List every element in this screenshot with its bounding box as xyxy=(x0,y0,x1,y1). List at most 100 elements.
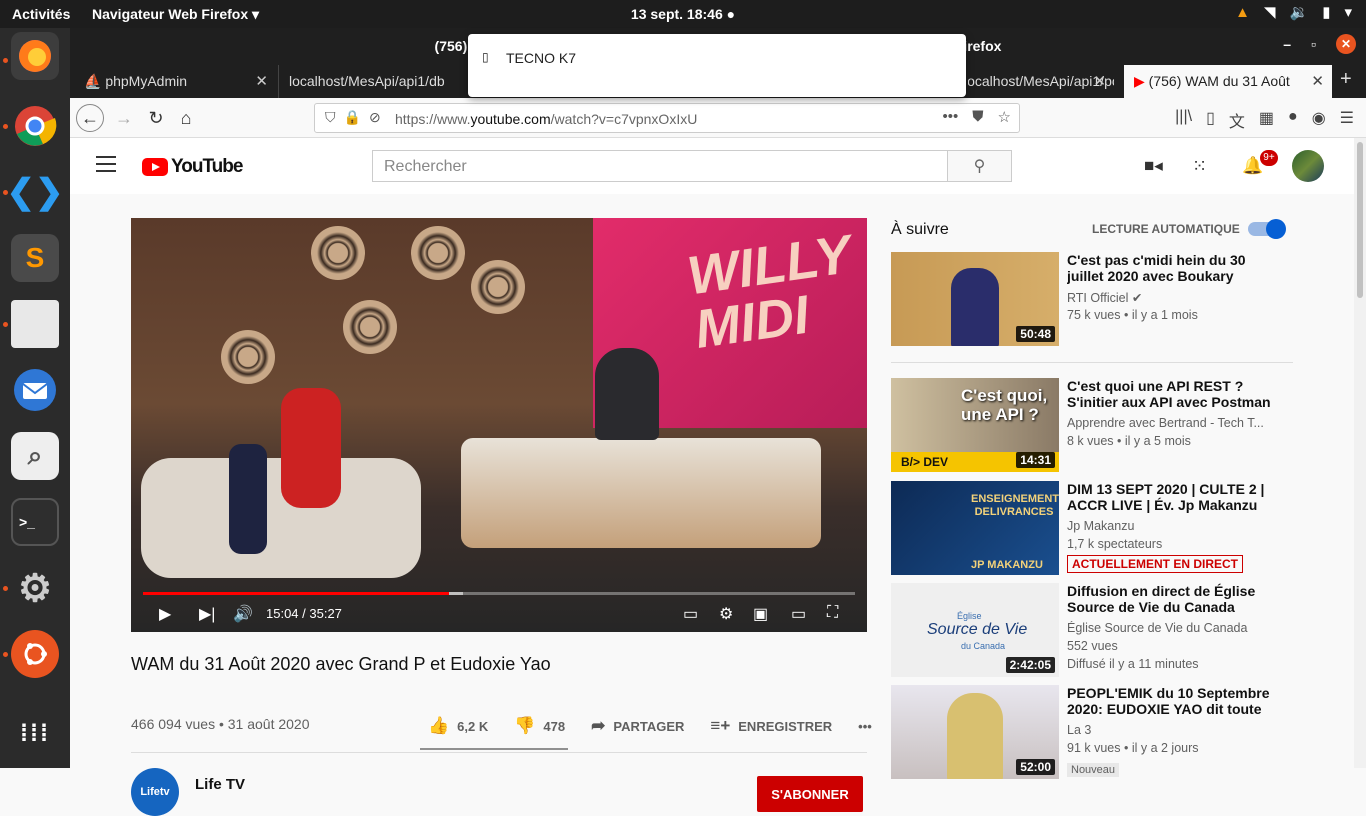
sidebar-icon[interactable]: ▯ xyxy=(1206,108,1215,132)
app-menu[interactable]: Navigateur Web Firefox ▾ xyxy=(92,6,259,23)
guest-figure xyxy=(281,388,341,508)
hamburger-menu-icon[interactable] xyxy=(96,156,116,172)
subscribe-button[interactable]: S'ABONNER xyxy=(757,776,863,812)
create-video-icon[interactable]: ■◂ xyxy=(1144,156,1163,176)
system-tray[interactable]: ▲ ◥ 🔉 ▮ ▾ xyxy=(1235,3,1352,22)
maximize-button[interactable]: ▫ xyxy=(1311,36,1316,52)
vscode-icon[interactable]: ❮❯ xyxy=(7,168,64,216)
progress-bar[interactable] xyxy=(143,592,855,595)
scrollbar-thumb[interactable] xyxy=(1357,142,1363,298)
autoplay-toggle[interactable] xyxy=(1248,219,1286,239)
rec-channel[interactable]: La 3 xyxy=(1067,723,1277,737)
forward-button[interactable]: → xyxy=(110,104,138,132)
rec-title[interactable]: PEOPL'EMIK du 10 Septembre 2020: EUDOXIE… xyxy=(1067,685,1277,719)
minimize-button[interactable]: – xyxy=(1283,36,1291,52)
pocket-icon[interactable]: ⛊ xyxy=(972,108,983,126)
video-thumbnail[interactable]: Église Source de Vie du Canada 2:42:05 xyxy=(891,583,1059,677)
thunderbird-icon[interactable] xyxy=(11,366,59,414)
settings-gear-icon[interactable]: ⚙ xyxy=(719,604,733,624)
more-actions-button[interactable]: ••• xyxy=(858,716,872,736)
bookmark-star-icon[interactable]: ☆ xyxy=(998,108,1011,126)
back-button[interactable]: ← xyxy=(76,104,104,132)
rec-channel[interactable]: Jp Makanzu xyxy=(1067,519,1277,533)
files-icon[interactable] xyxy=(11,300,59,348)
user-avatar[interactable] xyxy=(1292,150,1324,182)
apps-grid-icon[interactable]: ⁙ xyxy=(1192,156,1207,177)
video-thumbnail[interactable]: 52:00 xyxy=(891,685,1059,779)
home-button[interactable]: ⌂ xyxy=(172,104,200,132)
video-player[interactable]: WILLY MIDI ▶ ▶| 🔊 15:04 / 35:27 ▭ ⚙ ▣ ▭ … xyxy=(131,218,867,632)
lock-icon[interactable]: 🔒 xyxy=(344,109,361,126)
decor-disc xyxy=(471,260,525,314)
search-input[interactable]: Rechercher xyxy=(372,150,948,182)
channel-name[interactable]: Life TV xyxy=(195,776,245,793)
menu-icon[interactable]: ☰ xyxy=(1340,108,1354,132)
library-icon[interactable]: |||\ xyxy=(1175,108,1192,132)
close-window-button[interactable]: ✕ xyxy=(1336,34,1356,54)
terminal-icon[interactable]: >_ xyxy=(11,498,59,546)
recommendation-card[interactable]: 50:48 C'est pas c'midi hein du 30 juille… xyxy=(891,252,1291,346)
miniplayer-icon[interactable]: ▣ xyxy=(753,604,768,624)
url-text[interactable]: https://www.youtube.com/watch?v=c7vpnxOx… xyxy=(395,111,697,127)
tab-localhost-po[interactable]: localhost/MesApi/api1/po ✕ xyxy=(968,65,1114,98)
video-thumbnail[interactable]: C'est quoi, une API ? B/> DEV 14:31 xyxy=(891,378,1059,472)
recommendation-card[interactable]: ENSEIGNEMENTS DELIVRANCES JP MAKANZU DIM… xyxy=(891,481,1291,575)
vlc-icon[interactable]: ▲ xyxy=(1235,4,1250,21)
page-scrollbar[interactable] xyxy=(1354,138,1366,768)
save-button[interactable]: ≡+ ENREGISTRER xyxy=(710,716,832,736)
device-popup[interactable]: ▯ TECNO K7 xyxy=(468,34,966,97)
settings-icon[interactable]: ⚙ xyxy=(11,564,59,612)
channel-avatar[interactable]: Lifetv xyxy=(131,768,179,816)
url-bar[interactable]: ⛉ 🔒 ⊘ https://www.youtube.com/watch?v=c7… xyxy=(314,103,1020,133)
volume-icon[interactable]: 🔊 xyxy=(233,604,253,624)
device-label[interactable]: TECNO K7 xyxy=(506,50,576,66)
tab-localhost-db[interactable]: localhost/MesApi/api1/db xyxy=(278,65,468,98)
rec-title[interactable]: C'est quoi une API REST ? S'initier aux … xyxy=(1067,378,1277,412)
new-tab-button[interactable]: + xyxy=(1340,68,1352,91)
rec-channel[interactable]: Église Source de Vie du Canada xyxy=(1067,621,1277,635)
page-actions-icon[interactable]: ••• xyxy=(943,108,959,126)
translate-extension-icon[interactable]: 文 xyxy=(1229,108,1245,132)
recommendation-card[interactable]: Église Source de Vie du Canada 2:42:05 D… xyxy=(891,583,1291,677)
guest-figure xyxy=(229,444,267,554)
tab-phpmyadmin[interactable]: ⛵ phpMyAdmin ✕ xyxy=(74,65,276,98)
running-indicator xyxy=(3,190,8,195)
rec-title[interactable]: DIM 13 SEPT 2020 | CULTE 2 | ACCR LIVE |… xyxy=(1067,481,1277,515)
firefox-icon[interactable] xyxy=(11,32,59,80)
dislike-button[interactable]: 👎 478 xyxy=(514,716,565,736)
ubuntu-software-icon[interactable] xyxy=(11,630,59,678)
close-tab-icon[interactable]: ✕ xyxy=(1093,72,1106,90)
extension-icon[interactable]: ● xyxy=(1288,108,1298,132)
image-viewer-icon[interactable]: ⌕ xyxy=(11,432,59,480)
play-icon[interactable]: ▶ xyxy=(159,604,171,624)
video-thumbnail[interactable]: 50:48 xyxy=(891,252,1059,346)
rec-channel[interactable]: RTI Officiel ✔ xyxy=(1067,290,1277,305)
search-button[interactable]: ⚲ xyxy=(948,150,1012,182)
activities-button[interactable]: Activités xyxy=(12,6,70,22)
next-icon[interactable]: ▶| xyxy=(199,604,215,624)
shield-icon[interactable]: ⛉ xyxy=(325,109,336,126)
close-tab-icon[interactable]: ✕ xyxy=(1311,72,1324,90)
reload-button[interactable]: ↻ xyxy=(142,104,170,132)
autoplay-blocked-icon[interactable]: ⊘ xyxy=(369,109,381,126)
tab-youtube-active[interactable]: ▶ (756) WAM du 31 Août ✕ xyxy=(1124,65,1332,98)
sublime-text-icon[interactable]: S xyxy=(11,234,59,282)
duration-badge: 50:48 xyxy=(1016,326,1055,342)
youtube-logo[interactable]: YouTube xyxy=(142,156,243,178)
like-button[interactable]: 👍 6,2 K xyxy=(428,716,488,736)
rec-title[interactable]: C'est pas c'midi hein du 30 juillet 2020… xyxy=(1067,252,1277,284)
fullscreen-icon[interactable]: ⛶ xyxy=(827,604,838,622)
video-thumbnail[interactable]: ENSEIGNEMENTS DELIVRANCES JP MAKANZU xyxy=(891,481,1059,575)
recommendation-card[interactable]: C'est quoi, une API ? B/> DEV 14:31 C'es… xyxy=(891,378,1291,472)
show-apps-icon[interactable]: ⁞⁞⁞ xyxy=(11,710,59,758)
recommendation-card[interactable]: 52:00 PEOPL'EMIK du 10 Septembre 2020: E… xyxy=(891,685,1291,779)
rec-channel[interactable]: Apprendre avec Bertrand - Tech T... xyxy=(1067,416,1277,430)
close-tab-icon[interactable]: ✕ xyxy=(255,72,268,90)
share-button[interactable]: ➦ PARTAGER xyxy=(591,716,684,736)
chrome-icon[interactable] xyxy=(11,102,59,150)
subtitles-icon[interactable]: ▭ xyxy=(683,604,698,624)
extension-icon[interactable]: ▦ xyxy=(1259,108,1274,132)
rec-title[interactable]: Diffusion en direct de Église Source de … xyxy=(1067,583,1277,615)
theater-mode-icon[interactable]: ▭ xyxy=(791,604,806,624)
account-icon[interactable]: ◉ xyxy=(1312,108,1326,132)
